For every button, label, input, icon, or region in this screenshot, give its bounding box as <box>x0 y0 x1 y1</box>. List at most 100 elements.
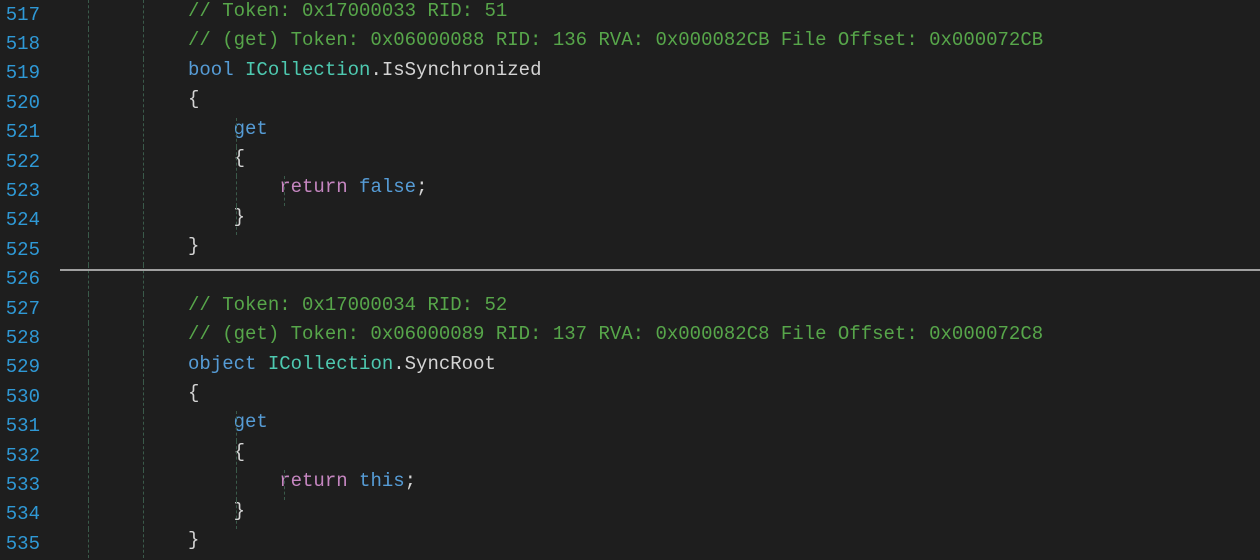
code-line[interactable]: 524 } <box>0 206 1260 235</box>
code-text: // Token: 0x17000033 RID: 51 <box>188 0 507 22</box>
token-punct: . <box>393 353 404 375</box>
code-line[interactable]: 525} <box>0 235 1260 264</box>
code-cell: // (get) Token: 0x06000088 RID: 136 RVA:… <box>188 29 1260 58</box>
token-this: this <box>359 470 405 492</box>
token-comment: // Token: 0x17000034 RID: 52 <box>188 294 507 316</box>
outer-indent-guides <box>58 206 188 235</box>
code-line[interactable]: 519 bool ICollection.IsSynchronized <box>0 59 1260 88</box>
indent-guide <box>236 147 237 176</box>
indent-guide <box>236 500 237 529</box>
code-line[interactable]: 533 return this; <box>0 470 1260 499</box>
outer-indent-guides <box>58 323 188 352</box>
outer-indent-guides <box>58 29 188 58</box>
code-text: // Token: 0x17000034 RID: 52 <box>188 294 507 316</box>
code-cell: { <box>188 441 1260 470</box>
code-line[interactable]: 517 // Token: 0x17000033 RID: 51 <box>0 0 1260 29</box>
token-type: ICollection <box>245 59 370 81</box>
outer-indent-guides <box>58 382 188 411</box>
line-number: 524 <box>0 209 58 231</box>
line-number: 526 <box>0 268 58 290</box>
code-line[interactable]: 521 get <box>0 118 1260 147</box>
code-line[interactable]: 522 { <box>0 147 1260 176</box>
token-kw-flow: return <box>279 176 347 198</box>
code-line[interactable]: 529object ICollection.SyncRoot <box>0 353 1260 382</box>
code-cell: { <box>188 88 1260 117</box>
token-punct: ; <box>416 176 427 198</box>
outer-indent-guides <box>58 147 188 176</box>
token-punct <box>348 176 359 198</box>
indent-guide <box>236 206 237 235</box>
line-number: 525 <box>0 239 58 261</box>
code-line[interactable]: 532 { <box>0 441 1260 470</box>
token-punct <box>188 470 279 492</box>
indent-guide <box>236 118 237 147</box>
line-number: 530 <box>0 386 58 408</box>
code-cell: { <box>188 382 1260 411</box>
token-comment: // (get) Token: 0x06000089 RID: 137 RVA:… <box>188 323 1043 345</box>
code-cell: // (get) Token: 0x06000089 RID: 137 RVA:… <box>188 323 1260 352</box>
line-number: 523 <box>0 180 58 202</box>
line-number: 533 <box>0 474 58 496</box>
line-number: 532 <box>0 445 58 467</box>
code-line[interactable]: 528 // (get) Token: 0x06000089 RID: 137 R… <box>0 323 1260 352</box>
code-cell: } <box>188 500 1260 529</box>
outer-indent-guides <box>58 470 188 499</box>
token-member: SyncRoot <box>405 353 496 375</box>
line-number: 522 <box>0 151 58 173</box>
code-text: get <box>188 118 268 140</box>
token-punct: } <box>188 235 199 257</box>
outer-indent-guides <box>58 441 188 470</box>
code-text: bool ICollection.IsSynchronized <box>188 59 541 81</box>
token-punct: { <box>188 88 199 110</box>
code-line[interactable]: 534 } <box>0 500 1260 529</box>
token-punct <box>234 59 245 81</box>
code-text: return false; <box>188 176 427 198</box>
code-text: // (get) Token: 0x06000088 RID: 136 RVA:… <box>188 29 1043 51</box>
line-number: 519 <box>0 62 58 84</box>
outer-indent-guides <box>58 0 188 29</box>
indent-guide <box>284 176 285 205</box>
code-cell: return false; <box>188 176 1260 205</box>
code-line[interactable]: 535} <box>0 529 1260 558</box>
line-number: 520 <box>0 92 58 114</box>
token-kw-type: bool <box>188 59 234 81</box>
code-text: return this; <box>188 470 416 492</box>
line-number: 518 <box>0 33 58 55</box>
code-cell: } <box>188 529 1260 558</box>
code-editor[interactable]: 517 // Token: 0x17000033 RID: 51 518 // (ge… <box>0 0 1260 560</box>
line-number: 531 <box>0 415 58 437</box>
indent-guide <box>284 470 285 499</box>
token-punct <box>188 176 279 198</box>
code-line[interactable]: 520 { <box>0 88 1260 117</box>
token-punct: { <box>188 382 199 404</box>
code-cell: } <box>188 206 1260 235</box>
outer-indent-guides <box>58 500 188 529</box>
token-kw-lit: false <box>359 176 416 198</box>
line-number: 517 <box>0 4 58 26</box>
code-cell: get <box>188 411 1260 440</box>
token-punct: . <box>370 59 381 81</box>
code-cell: } <box>188 235 1260 264</box>
token-punct <box>348 470 359 492</box>
outer-indent-guides <box>58 176 188 205</box>
code-text: get <box>188 411 268 433</box>
token-kw-flow: return <box>279 470 347 492</box>
code-line[interactable]: 527// Token: 0x17000034 RID: 52 <box>0 294 1260 323</box>
token-punct: ; <box>405 470 416 492</box>
code-line[interactable]: 523 return false; <box>0 176 1260 205</box>
line-number: 528 <box>0 327 58 349</box>
code-line[interactable]: 530 { <box>0 382 1260 411</box>
code-line[interactable]: 518 // (get) Token: 0x06000088 RID: 136 R… <box>0 29 1260 58</box>
code-cell: object ICollection.SyncRoot <box>188 353 1260 382</box>
token-punct <box>256 353 267 375</box>
code-line[interactable]: 531 get <box>0 411 1260 440</box>
token-comment: // Token: 0x17000033 RID: 51 <box>188 0 507 22</box>
token-member: IsSynchronized <box>382 59 542 81</box>
indent-guide <box>236 470 237 499</box>
code-text: } <box>188 235 199 257</box>
line-number: 535 <box>0 533 58 555</box>
code-cell: bool ICollection.IsSynchronized <box>188 59 1260 88</box>
code-text: } <box>188 529 199 551</box>
token-kw-type: object <box>188 353 256 375</box>
token-kw-type: get <box>188 411 268 433</box>
